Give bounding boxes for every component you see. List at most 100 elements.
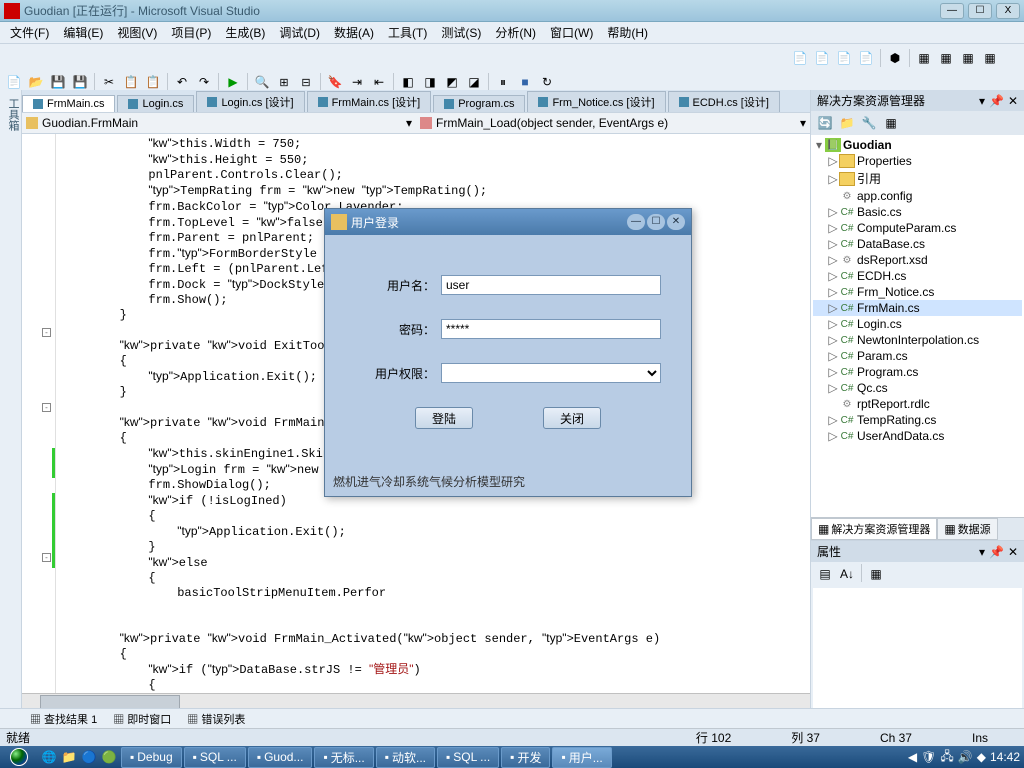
dialog-close-button[interactable]: ✕ — [667, 214, 685, 230]
menu-item[interactable]: 帮助(H) — [601, 22, 654, 43]
se-props-icon[interactable]: 🔧 — [859, 113, 879, 133]
ext4-icon[interactable]: ◪ — [464, 72, 484, 92]
tray-misc-icon[interactable]: ◆ — [977, 750, 986, 764]
taskbar-task[interactable]: ▪Guod... — [248, 747, 313, 768]
minimize-button[interactable]: — — [940, 3, 964, 19]
dialog-titlebar[interactable]: 用户登录 — ☐ ✕ — [325, 209, 691, 235]
tray-up-icon[interactable]: ◀ — [908, 750, 917, 764]
ql-app2-icon[interactable]: 🟢 — [100, 748, 118, 766]
run-icon[interactable]: ▶ — [223, 72, 243, 92]
editor-tab[interactable]: FrmMain.cs [设计] — [307, 91, 432, 112]
close-panel-icon[interactable]: ✕ — [1008, 545, 1018, 559]
member-selector[interactable]: FrmMain_Load(object sender, EventArgs e)… — [416, 116, 810, 130]
pause-icon[interactable]: ⏸ — [493, 72, 513, 92]
menu-item[interactable]: 项目(P) — [165, 22, 217, 43]
system-tray[interactable]: ◀ 🛡 🖧 🔊 ◆ 14:42 — [904, 747, 1024, 768]
indent-icon[interactable]: ⇥ — [347, 72, 367, 92]
tray-shield-icon[interactable]: 🛡 — [921, 750, 936, 764]
tree-item[interactable]: ▷C#Frm_Notice.cs — [813, 284, 1022, 300]
se-refresh-icon[interactable]: 🔄 — [815, 113, 835, 133]
dialog-maximize-button[interactable]: ☐ — [647, 214, 665, 230]
editor-tab[interactable]: Frm_Notice.cs [设计] — [527, 91, 665, 112]
tree-item[interactable]: ▷C#ComputeParam.cs — [813, 220, 1022, 236]
tree-item[interactable]: ▷C#TempRating.cs — [813, 412, 1022, 428]
ql-folder-icon[interactable]: 📁 — [60, 748, 78, 766]
tree-item[interactable]: ▷C#NewtonInterpolation.cs — [813, 332, 1022, 348]
project-root[interactable]: ▾📗Guodian — [813, 137, 1022, 153]
se-view-icon[interactable]: ▦ — [881, 113, 901, 133]
stop-icon[interactable]: ■ — [515, 72, 535, 92]
tree-item[interactable]: ▷C#Program.cs — [813, 364, 1022, 380]
tree-item[interactable]: ▷C#Login.cs — [813, 316, 1022, 332]
class-selector[interactable]: Guodian.FrmMain▾ — [22, 116, 416, 130]
solution-tree[interactable]: ▾📗Guodian ▷Properties▷引用⚙app.config▷C#Ba… — [811, 135, 1024, 517]
taskbar-task[interactable]: ▪SQL ... — [437, 747, 499, 768]
output-tab[interactable]: ▦ 即时窗口 — [107, 710, 177, 728]
editor-tab[interactable]: Login.cs [设计] — [196, 91, 304, 112]
menu-item[interactable]: 文件(F) — [4, 22, 55, 43]
tree-item[interactable]: ▷C#Param.cs — [813, 348, 1022, 364]
tool-step-icon[interactable]: 📄 — [790, 48, 810, 68]
pin-icon[interactable]: 📌 — [989, 94, 1004, 108]
taskbar-task[interactable]: ▪SQL ... — [184, 747, 246, 768]
props-pages-icon[interactable]: ▦ — [866, 564, 886, 584]
tree-item[interactable]: ▷C#UserAndData.cs — [813, 428, 1022, 444]
tool-step2-icon[interactable]: 📄 — [812, 48, 832, 68]
taskbar-task[interactable]: ▪开发 — [501, 747, 550, 768]
outdent-icon[interactable]: ⇤ — [369, 72, 389, 92]
ext1-icon[interactable]: ◧ — [398, 72, 418, 92]
alphabetical-icon[interactable]: A↓ — [837, 564, 857, 584]
tool-step4-icon[interactable]: 📄 — [856, 48, 876, 68]
menu-item[interactable]: 视图(V) — [111, 22, 163, 43]
taskbar-task[interactable]: ▪动软... — [376, 747, 435, 768]
tree-item[interactable]: ⚙rptReport.rdlc — [813, 396, 1022, 412]
paste-icon[interactable]: 📋 — [143, 72, 163, 92]
start-button[interactable] — [0, 746, 38, 768]
panel-tab[interactable]: ▦数据源 — [937, 518, 997, 540]
find-icon[interactable]: 🔍 — [252, 72, 272, 92]
properties-grid[interactable] — [813, 588, 1022, 708]
tree-item[interactable]: ▷C#DataBase.cs — [813, 236, 1022, 252]
menu-item[interactable]: 生成(B) — [219, 22, 271, 43]
menu-item[interactable]: 数据(A) — [328, 22, 380, 43]
save-all-icon[interactable]: 💾 — [70, 72, 90, 92]
menu-item[interactable]: 工具(T) — [382, 22, 433, 43]
tree-item[interactable]: ▷⚙dsReport.xsd — [813, 252, 1022, 268]
tree-item[interactable]: ▷C#FrmMain.cs — [813, 300, 1022, 316]
tree-item[interactable]: ▷引用 — [813, 169, 1022, 188]
close-panel-icon[interactable]: ✕ — [1008, 94, 1018, 108]
menu-item[interactable]: 分析(N) — [489, 22, 542, 43]
redo-icon[interactable]: ↷ — [194, 72, 214, 92]
ext3-icon[interactable]: ◩ — [442, 72, 462, 92]
uncomment-icon[interactable]: ⊟ — [296, 72, 316, 92]
open-file-icon[interactable]: 📂 — [26, 72, 46, 92]
output-tab[interactable]: ▦ 错误列表 — [181, 710, 251, 728]
se-showall-icon[interactable]: 📁 — [837, 113, 857, 133]
tool-grid2-icon[interactable]: ▦ — [936, 48, 956, 68]
password-input[interactable] — [441, 319, 661, 339]
comment-icon[interactable]: ⊞ — [274, 72, 294, 92]
ql-ie-icon[interactable]: 🌐 — [40, 748, 58, 766]
panel-tab[interactable]: ▦解决方案资源管理器 — [811, 518, 937, 540]
taskbar-task[interactable]: ▪无标... — [314, 747, 373, 768]
taskbar-task[interactable]: ▪用户... — [552, 747, 611, 768]
save-icon[interactable]: 💾 — [48, 72, 68, 92]
cut-icon[interactable]: ✂ — [99, 72, 119, 92]
undo-icon[interactable]: ↶ — [172, 72, 192, 92]
output-tab[interactable]: ▦ 查找结果 1 — [24, 710, 103, 728]
menu-item[interactable]: 测试(S) — [435, 22, 487, 43]
dialog-minimize-button[interactable]: — — [627, 214, 645, 230]
tool-hex-icon[interactable]: ⬢ — [885, 48, 905, 68]
toolbox-strip[interactable]: 工具箱 — [0, 90, 22, 710]
pin-icon[interactable]: 📌 — [989, 545, 1004, 559]
menu-item[interactable]: 编辑(E) — [57, 22, 109, 43]
editor-tab[interactable]: Login.cs — [117, 95, 194, 112]
tool-grid4-icon[interactable]: ▦ — [980, 48, 1000, 68]
bookmark-icon[interactable]: 🔖 — [325, 72, 345, 92]
tool-grid-icon[interactable]: ▦ — [914, 48, 934, 68]
tree-item[interactable]: ▷Properties — [813, 153, 1022, 169]
tool-grid3-icon[interactable]: ▦ — [958, 48, 978, 68]
copy-icon[interactable]: 📋 — [121, 72, 141, 92]
tray-vol-icon[interactable]: 🔊 — [958, 750, 973, 764]
tree-item[interactable]: ▷C#ECDH.cs — [813, 268, 1022, 284]
